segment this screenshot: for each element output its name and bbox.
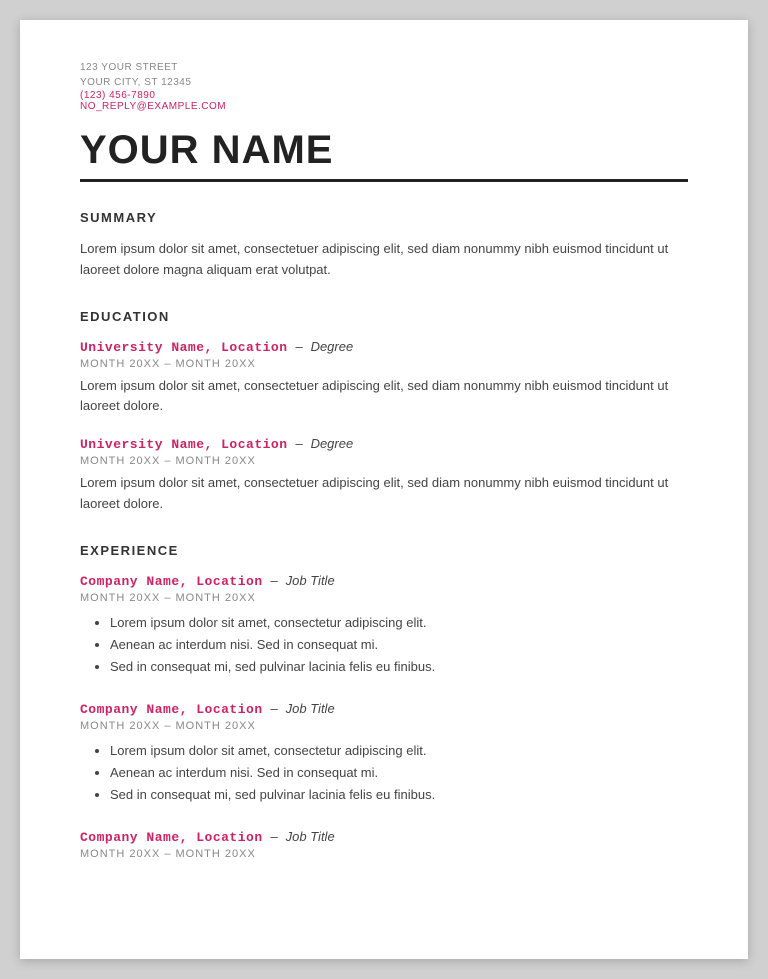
summary-section: Summary Lorem ipsum dolor sit amet, cons… xyxy=(80,210,688,281)
education-title: Education xyxy=(80,309,688,324)
summary-text: Lorem ipsum dolor sit amet, consectetuer… xyxy=(80,239,688,281)
exp-title-3: Company Name, Location – Job Title xyxy=(80,828,688,845)
contact-phone: (123) 456-7890 xyxy=(80,90,688,101)
company-name-1: Company Name, Location xyxy=(80,574,263,589)
edu-desc-2: Lorem ipsum dolor sit amet, consectetuer… xyxy=(80,473,688,515)
exp-title-1: Company Name, Location – Job Title xyxy=(80,572,688,589)
bullet-2-2: Aenean ac interdum nisi. Sed in consequa… xyxy=(110,762,688,784)
exp-dates-1: MONTH 20XX – MONTH 20XX xyxy=(80,592,688,604)
company-name-2: Company Name, Location xyxy=(80,702,263,717)
edu-title-1: University Name, Location – Degree xyxy=(80,338,688,355)
bullet-1-2: Aenean ac interdum nisi. Sed in consequa… xyxy=(110,634,688,656)
education-section: Education University Name, Location – De… xyxy=(80,309,688,515)
name-divider xyxy=(80,179,688,182)
contact-info: 123 YOUR STREET YOUR CITY, ST 12345 (123… xyxy=(80,60,688,112)
exp-dates-3: MONTH 20XX – MONTH 20XX xyxy=(80,848,688,860)
job-title-1: Job Title xyxy=(286,573,335,588)
degree-1: Degree xyxy=(311,339,354,354)
experience-section: Experience Company Name, Location – Job … xyxy=(80,543,688,861)
exp-entry-1: Company Name, Location – Job Title MONTH… xyxy=(80,572,688,678)
resume-page: 123 YOUR STREET YOUR CITY, ST 12345 (123… xyxy=(20,20,748,959)
exp-entry-3: Company Name, Location – Job Title MONTH… xyxy=(80,828,688,860)
edu-title-2: University Name, Location – Degree xyxy=(80,435,688,452)
edu-dash-1: – xyxy=(295,339,302,354)
bullet-2-1: Lorem ipsum dolor sit amet, consectetur … xyxy=(110,740,688,762)
job-title-3: Job Title xyxy=(286,829,335,844)
edu-dash-2: – xyxy=(295,436,302,451)
resume-name: YOUR NAME xyxy=(80,128,688,173)
exp-entry-2: Company Name, Location – Job Title MONTH… xyxy=(80,700,688,806)
edu-dates-1: MONTH 20XX – MONTH 20XX xyxy=(80,358,688,370)
exp-dash-2: – xyxy=(271,701,278,716)
exp-title-2: Company Name, Location – Job Title xyxy=(80,700,688,717)
contact-email: NO_REPLY@EXAMPLE.COM xyxy=(80,101,688,112)
summary-title: Summary xyxy=(80,210,688,225)
company-name-3: Company Name, Location xyxy=(80,830,263,845)
edu-dates-2: MONTH 20XX – MONTH 20XX xyxy=(80,455,688,467)
edu-entry-2: University Name, Location – Degree MONTH… xyxy=(80,435,688,515)
bullet-2-3: Sed in consequat mi, sed pulvinar lacini… xyxy=(110,784,688,806)
exp-dash-1: – xyxy=(271,573,278,588)
contact-address-line2: YOUR CITY, ST 12345 xyxy=(80,75,688,90)
contact-address-line1: 123 YOUR STREET xyxy=(80,60,688,75)
bullet-1-1: Lorem ipsum dolor sit amet, consectetur … xyxy=(110,612,688,634)
school-name-2: University Name, Location xyxy=(80,437,288,452)
school-name-1: University Name, Location xyxy=(80,340,288,355)
experience-title: Experience xyxy=(80,543,688,558)
edu-desc-1: Lorem ipsum dolor sit amet, consectetuer… xyxy=(80,376,688,418)
exp-dash-3: – xyxy=(271,829,278,844)
job-title-2: Job Title xyxy=(286,701,335,716)
bullet-1-3: Sed in consequat mi, sed pulvinar lacini… xyxy=(110,656,688,678)
exp-dates-2: MONTH 20XX – MONTH 20XX xyxy=(80,720,688,732)
degree-2: Degree xyxy=(311,436,354,451)
exp-bullets-2: Lorem ipsum dolor sit amet, consectetur … xyxy=(80,740,688,806)
exp-bullets-1: Lorem ipsum dolor sit amet, consectetur … xyxy=(80,612,688,678)
edu-entry-1: University Name, Location – Degree MONTH… xyxy=(80,338,688,418)
